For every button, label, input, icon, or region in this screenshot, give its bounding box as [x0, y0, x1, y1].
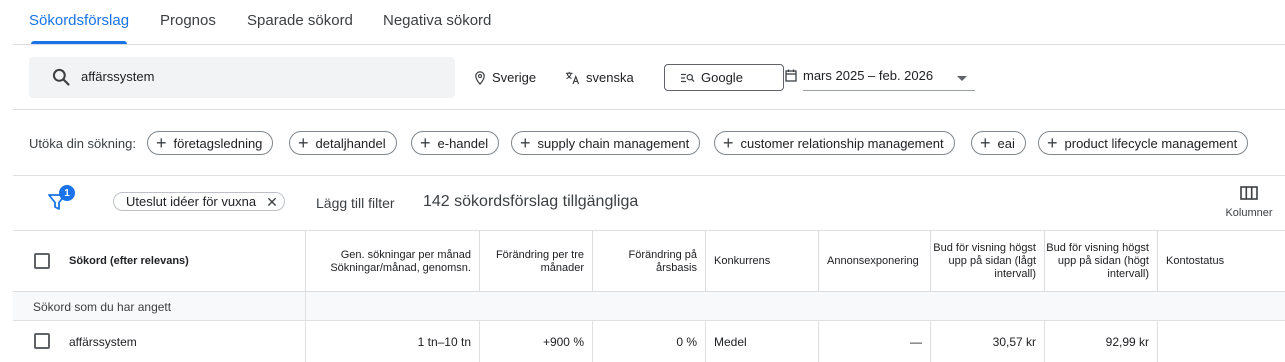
chip-label: företagsledning — [173, 135, 263, 151]
select-all-checkbox[interactable] — [34, 253, 50, 269]
suggestion-chip[interactable]: + supply chain management — [511, 131, 701, 155]
suggestion-chip[interactable]: + detaljhandel — [289, 131, 397, 155]
plus-icon: + — [520, 133, 531, 153]
close-icon[interactable]: ✕ — [266, 195, 278, 209]
table-row: affärssystem 1 tn–10 tn +900 % 0 % Medel… — [13, 321, 1285, 362]
cell-competition: Medel — [705, 321, 818, 362]
cell-change-3m: +900 % — [479, 321, 592, 362]
network-selector[interactable]: Google — [664, 64, 784, 91]
tab-bar: Sökordsförslag Prognos Sparade sökord Ne… — [0, 0, 1285, 44]
plus-icon: + — [1047, 133, 1058, 153]
plus-icon: + — [298, 133, 309, 153]
header-ad-impression[interactable]: Annonsexponering — [818, 231, 930, 292]
results-count: 142 sökordsförslag tillgängliga — [423, 193, 639, 210]
suggestion-chip[interactable]: + e-handel — [411, 131, 500, 155]
header-avg-searches[interactable]: Gen. sökningar per månad Sökningar/månad… — [305, 231, 479, 292]
location-label: Sverige — [492, 70, 537, 85]
date-range-label: mars 2025 – feb. 2026 — [803, 68, 934, 83]
filter-row: 1 Uteslut idéer för vuxna ✕ Lägg till fi… — [13, 175, 1285, 230]
header-keyword[interactable]: Sökord (efter relevans) — [61, 231, 305, 292]
refine-search-row: Utöka din sökning: + företagsledning + det… — [13, 109, 1285, 175]
location-pin-icon — [475, 70, 485, 85]
chip-label: customer relationship management — [740, 135, 944, 151]
language-selector[interactable]: svenska — [565, 70, 634, 85]
header-competition[interactable]: Konkurrens — [705, 231, 818, 292]
suggestion-chip[interactable]: + customer relationship management — [714, 131, 955, 155]
search-query-text: affärssystem — [81, 69, 155, 84]
suggestion-chip[interactable]: + företagsledning — [147, 131, 274, 155]
columns-label: Kolumner — [1225, 207, 1273, 219]
plus-icon: + — [723, 133, 734, 153]
adult-filter-label: Uteslut idéer för vuxna — [126, 194, 257, 209]
network-label: Google — [701, 70, 743, 85]
language-label: svenska — [586, 70, 634, 85]
cell-keyword: affärssystem — [69, 335, 137, 349]
cell-change-yoy: 0 % — [592, 321, 705, 362]
keyword-table: Sökord (efter relevans) Gen. sökningar p… — [13, 230, 1285, 362]
chip-label: supply chain management — [537, 135, 690, 151]
date-range-selector[interactable]: mars 2025 – feb. 2026 — [785, 68, 933, 83]
columns-button[interactable]: Kolumner — [1219, 186, 1279, 226]
suggestion-chip[interactable]: + product lifecycle management — [1038, 131, 1249, 155]
search-icon — [52, 68, 70, 86]
columns-icon — [1240, 186, 1258, 200]
cell-ad-impression: — — [818, 321, 930, 362]
search-network-icon — [681, 73, 695, 82]
tab-forecast[interactable]: Prognos — [160, 12, 216, 29]
chip-label: eai — [997, 135, 1015, 151]
expand-label: Utöka din sökning: — [29, 136, 136, 151]
search-band: affärssystem Sverige svenska Google mars… — [13, 44, 1285, 109]
calendar-icon — [785, 69, 797, 82]
chevron-down-icon[interactable] — [957, 76, 967, 81]
cell-bid-high: 92,99 kr — [1044, 321, 1157, 362]
header-change-3m[interactable]: Förändring per tre månader — [479, 231, 592, 292]
location-selector[interactable]: Sverige — [474, 70, 536, 85]
cell-avg-searches: 1 tn–10 tn — [305, 321, 479, 362]
suggestion-chip[interactable]: + eai — [971, 131, 1026, 155]
add-filter-button[interactable]: Lägg till filter — [316, 195, 395, 211]
chip-label: detaljhandel — [315, 135, 386, 151]
column-divider — [305, 292, 306, 321]
plus-icon: + — [980, 133, 991, 153]
table-header: Sökord (efter relevans) Gen. sökningar p… — [13, 231, 1285, 292]
row-checkbox[interactable] — [34, 333, 50, 349]
plus-icon: + — [420, 133, 431, 153]
translate-icon — [565, 71, 580, 84]
search-input[interactable]: affärssystem — [29, 57, 455, 98]
tab-keyword-ideas[interactable]: Sökordsförslag — [29, 12, 129, 29]
section-label: Sökord som du har angett — [33, 300, 172, 314]
cell-account-status — [1157, 321, 1285, 362]
header-change-yoy[interactable]: Förändring på årsbasis — [592, 231, 705, 292]
tab-saved-keywords[interactable]: Sparade sökord — [247, 12, 353, 29]
cell-bid-low: 30,57 kr — [930, 321, 1044, 362]
header-account-status[interactable]: Kontostatus — [1157, 231, 1285, 292]
chip-label: product lifecycle management — [1064, 135, 1238, 151]
section-header: Sökord som du har angett — [13, 292, 1285, 321]
header-bid-high[interactable]: Bud för visning högst upp på sidan (högt… — [1044, 231, 1157, 292]
header-bid-low[interactable]: Bud för visning högst upp på sidan (lågt… — [930, 231, 1044, 292]
plus-icon: + — [156, 133, 167, 153]
adult-filter-chip[interactable]: Uteslut idéer för vuxna ✕ — [113, 192, 285, 211]
chip-label: e-handel — [437, 135, 489, 151]
filter-count-badge: 1 — [59, 185, 75, 201]
tab-negative-keywords[interactable]: Negativa sökord — [383, 12, 491, 29]
date-range-underline — [803, 90, 975, 91]
